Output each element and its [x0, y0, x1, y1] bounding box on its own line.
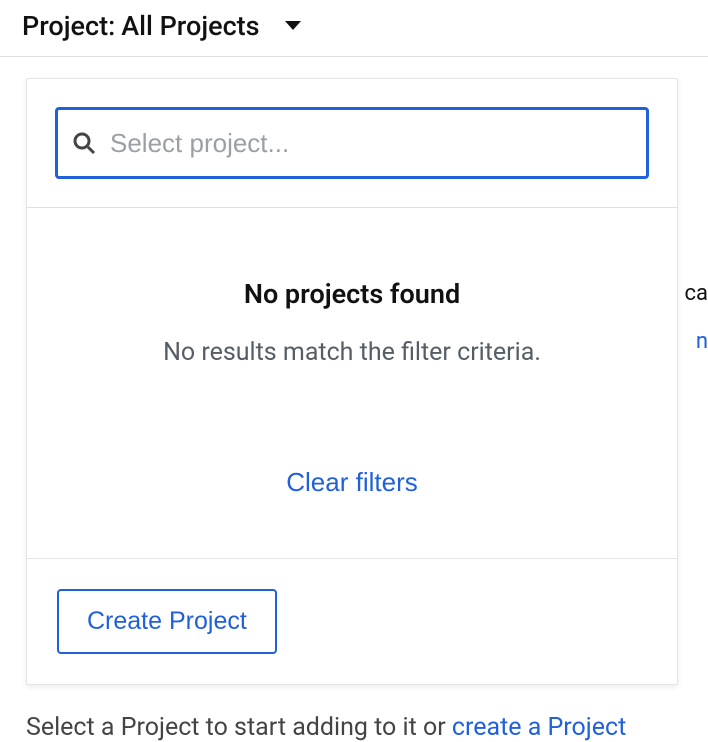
create-project-button[interactable]: Create Project: [57, 589, 277, 654]
project-search-input[interactable]: [110, 128, 632, 159]
chevron-down-icon: [284, 20, 302, 32]
project-label-prefix: Project:: [22, 10, 115, 42]
bg-fragment-1: ca: [685, 281, 708, 306]
bottom-hint-text: Select a Project to start adding to it o…: [26, 713, 626, 742]
dropdown-footer: Create Project: [27, 559, 677, 684]
search-icon: [72, 131, 96, 155]
empty-state-title: No projects found: [57, 278, 647, 310]
empty-state: No projects found No results match the f…: [27, 208, 677, 559]
background-text-fragment: ca n: [685, 270, 708, 367]
create-project-link[interactable]: create a Project: [452, 713, 626, 742]
project-label-value: All Projects: [121, 10, 259, 42]
project-dropdown-trigger[interactable]: Project: All Projects: [22, 10, 302, 42]
hint-text-before: Select a Project to start adding to it o…: [26, 713, 452, 742]
search-section: [27, 79, 677, 208]
project-dropdown-panel: No projects found No results match the f…: [26, 78, 678, 685]
bg-fragment-2: n: [696, 329, 708, 354]
empty-state-subtitle: No results match the filter criteria.: [57, 338, 647, 367]
clear-filters-button[interactable]: Clear filters: [286, 467, 417, 498]
search-box: [55, 107, 649, 179]
project-selector-header: Project: All Projects: [0, 0, 708, 57]
clear-filters-row: Clear filters: [57, 427, 647, 498]
